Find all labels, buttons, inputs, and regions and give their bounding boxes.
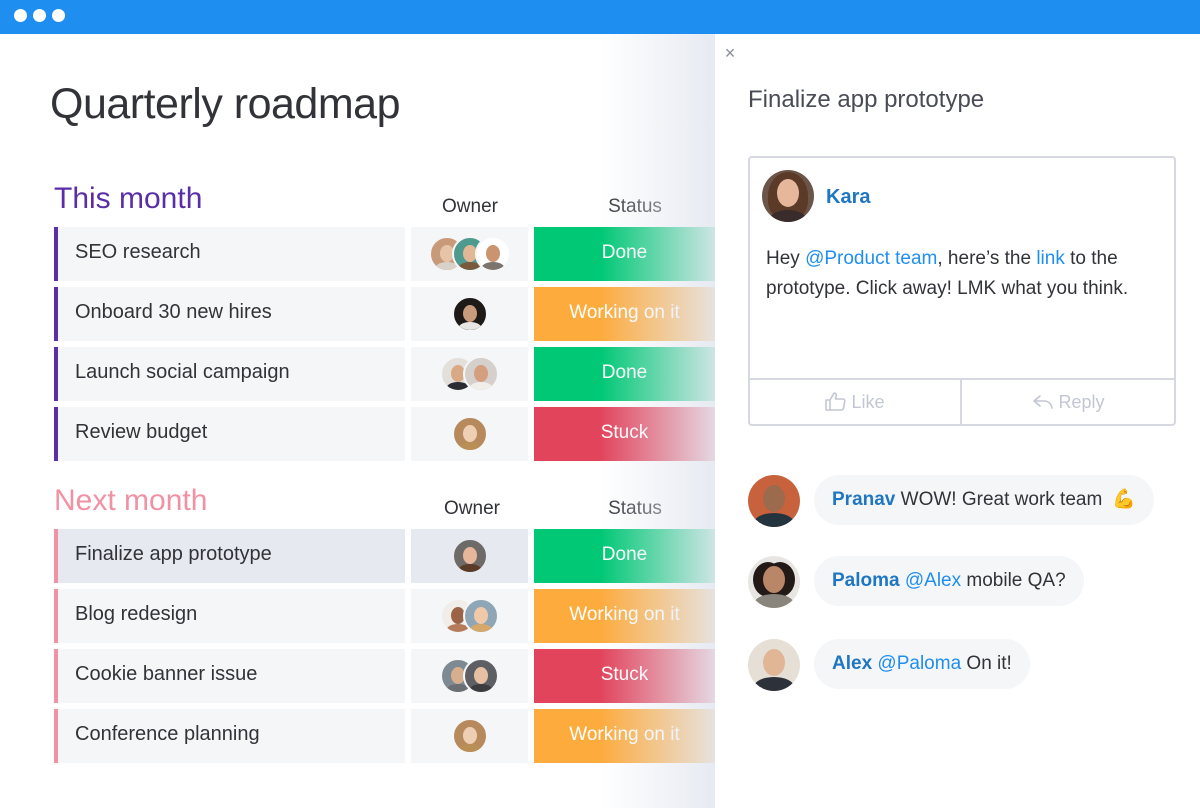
reply-bubble: Pranav WOW! Great work team 💪 [814, 475, 1154, 525]
reply-bubble: Paloma @Alex mobile QA? [814, 556, 1084, 606]
owner-avatars [411, 718, 528, 754]
reply-bubble: Alex @Paloma On it! [814, 639, 1030, 689]
owner-avatars [411, 236, 528, 272]
avatar [474, 236, 511, 272]
group-color-stripe [54, 649, 58, 703]
avatar [463, 598, 499, 634]
mention-link[interactable]: @Paloma [877, 653, 961, 674]
task-name[interactable]: Finalize app prototype [75, 543, 272, 566]
task-name[interactable]: Launch social campaign [75, 361, 290, 384]
reply-text: WOW! Great work team [900, 489, 1103, 510]
task-name[interactable]: Review budget [75, 421, 207, 444]
avatar [451, 538, 488, 574]
owner-cell[interactable] [411, 709, 528, 763]
owner-avatars [411, 296, 528, 332]
owner-cell[interactable] [411, 529, 528, 583]
reply-text: mobile QA? [966, 570, 1066, 591]
status-cell[interactable]: Working on it [534, 589, 715, 643]
reply-author[interactable]: Paloma [832, 570, 900, 591]
task-cell[interactable]: Cookie banner issue [54, 649, 405, 703]
status-cell[interactable]: Working on it [534, 287, 715, 341]
avatar [463, 658, 499, 694]
task-name[interactable]: Cookie banner issue [75, 663, 257, 686]
column-header-status[interactable]: Status [575, 498, 695, 520]
task-cell[interactable]: SEO research [54, 227, 405, 281]
group-title[interactable]: This month [54, 182, 202, 216]
window-control-dot-icon[interactable] [33, 9, 46, 22]
task-cell[interactable]: Conference planning [54, 709, 405, 763]
avatar [463, 356, 499, 392]
owner-avatars [411, 658, 528, 694]
task-cell[interactable]: Finalize app prototype [54, 529, 405, 583]
avatar [748, 556, 800, 608]
group-color-stripe [54, 589, 58, 643]
avatar [748, 639, 800, 691]
status-cell[interactable]: Done [534, 227, 715, 281]
reply-author[interactable]: Pranav [832, 489, 895, 510]
update-post: Kara Hey @Product team, here’s the link … [748, 156, 1176, 426]
avatar [762, 170, 814, 222]
task-cell[interactable]: Review budget [54, 407, 405, 461]
panel-title: Finalize app prototype [748, 86, 985, 113]
owner-cell[interactable] [411, 287, 528, 341]
task-name[interactable]: Conference planning [75, 723, 260, 746]
column-header-owner[interactable]: Owner [432, 498, 512, 520]
group-color-stripe [54, 709, 58, 763]
group-color-stripe [54, 407, 58, 461]
reply-button[interactable]: Reply [963, 380, 1174, 426]
prototype-link[interactable]: link [1036, 248, 1065, 269]
reply-label: Reply [1058, 392, 1105, 412]
window-control-dot-icon[interactable] [14, 9, 27, 22]
reply-author[interactable]: Alex [832, 653, 872, 674]
post-author[interactable]: Kara [826, 186, 870, 209]
mention-link[interactable]: @Alex [905, 570, 961, 591]
flexed-biceps-icon: 💪 [1112, 489, 1136, 510]
owner-cell[interactable] [411, 589, 528, 643]
task-name[interactable]: Blog redesign [75, 603, 197, 626]
owner-avatars [411, 416, 528, 452]
task-name[interactable]: SEO research [75, 241, 201, 264]
task-cell[interactable]: Onboard 30 new hires [54, 287, 405, 341]
window-title-bar [0, 0, 1200, 34]
post-body: Hey @Product team, here’s the link to th… [766, 244, 1166, 304]
status-cell[interactable]: Done [534, 529, 715, 583]
owner-avatars [411, 356, 528, 392]
reply-text: On it! [966, 653, 1012, 674]
avatar [748, 475, 800, 527]
page-title: Quarterly roadmap [50, 80, 401, 128]
status-cell[interactable]: Stuck [534, 407, 715, 461]
status-cell[interactable]: Working on it [534, 709, 715, 763]
group-color-stripe [54, 287, 58, 341]
group-color-stripe [54, 347, 58, 401]
task-name[interactable]: Onboard 30 new hires [75, 301, 272, 324]
owner-cell[interactable] [411, 649, 528, 703]
owner-cell[interactable] [411, 347, 528, 401]
group-color-stripe [54, 529, 58, 583]
mention-link[interactable]: @Product team [805, 248, 937, 269]
close-icon[interactable]: × [722, 44, 738, 62]
status-cell[interactable]: Stuck [534, 649, 715, 703]
avatar [451, 296, 488, 332]
like-button[interactable]: Like [750, 380, 962, 426]
thumbs-up-icon [825, 392, 847, 411]
window-control-dot-icon[interactable] [52, 9, 65, 22]
like-label: Like [851, 392, 885, 412]
task-cell[interactable]: Launch social campaign [54, 347, 405, 401]
group-color-stripe [54, 227, 58, 281]
post-actions: Like Reply [750, 378, 1174, 426]
reply-icon [1033, 395, 1054, 409]
owner-cell[interactable] [411, 227, 528, 281]
avatar [451, 718, 488, 754]
status-cell[interactable]: Done [534, 347, 715, 401]
group-title[interactable]: Next month [54, 484, 207, 518]
owner-cell[interactable] [411, 407, 528, 461]
post-text: , here’s the [937, 248, 1037, 269]
column-header-owner[interactable]: Owner [430, 196, 510, 218]
task-cell[interactable]: Blog redesign [54, 589, 405, 643]
column-header-status[interactable]: Status [575, 196, 695, 218]
owner-avatars [411, 538, 528, 574]
owner-avatars [411, 598, 528, 634]
avatar [451, 416, 488, 452]
post-text: Hey [766, 248, 806, 269]
